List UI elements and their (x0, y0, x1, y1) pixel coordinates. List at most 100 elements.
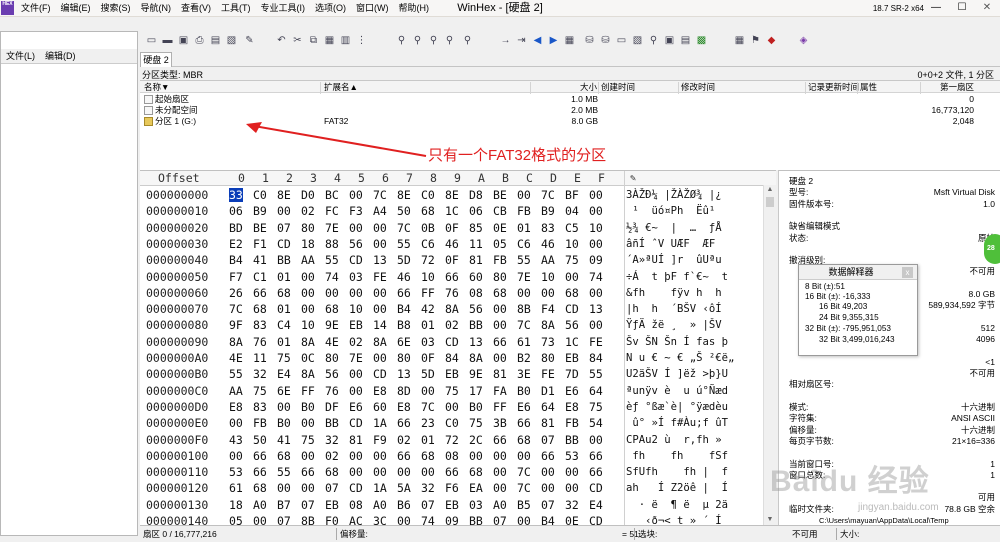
hex-byte[interactable]: 7C (373, 188, 387, 202)
hex-byte[interactable]: 56 (565, 318, 579, 332)
forward-arrow-icon[interactable]: ▶ (546, 33, 561, 48)
hex-byte[interactable]: 8D (397, 384, 411, 398)
hex-byte[interactable]: 04 (565, 204, 579, 218)
column-separator[interactable] (530, 82, 531, 94)
hex-byte[interactable]: 7E (325, 221, 339, 235)
hex-byte[interactable]: 02 (301, 204, 315, 218)
hex-byte[interactable]: A0 (253, 498, 267, 512)
hex-byte[interactable]: 1A (373, 416, 387, 430)
hex-byte[interactable]: 32 (421, 481, 435, 495)
hex-byte[interactable]: FB (493, 253, 507, 267)
hex-byte[interactable]: 66 (493, 335, 507, 349)
hex-byte[interactable]: 8A (445, 302, 459, 316)
hex-byte[interactable]: 0F (445, 253, 459, 267)
list-item[interactable]: 分区 1 (G:) FAT32 8.0 GB 2,048 (140, 116, 1000, 127)
hex-row[interactable]: 000000110 53 66 55 66 68 00 00 00 00 66 68 00 7C 00 00 6… (140, 464, 776, 480)
copy-icon[interactable]: ⧉ (306, 33, 321, 48)
hex-ascii[interactable]: · ë ¶ ë µ 2ä (626, 498, 766, 512)
hex-byte[interactable]: B4 (229, 253, 243, 267)
hex-byte[interactable]: 41 (253, 253, 267, 267)
hex-byte[interactable]: 50 (397, 204, 411, 218)
hex-row[interactable]: 000000070 7C 68 01 00 68 10 00 B4 42 8A 56 00 8B F4 CD 1… (140, 301, 776, 317)
hex-byte[interactable]: BE (493, 188, 507, 202)
hex-byte[interactable]: B0 (517, 384, 531, 398)
hex-byte[interactable]: BE (253, 221, 267, 235)
hex-row[interactable]: 000000120 61 68 00 00 07 CD 1A 5A 32 F6 EA 00 7C 00 00 C… (140, 480, 776, 496)
hex-byte[interactable]: 00 (445, 400, 459, 414)
menu-view[interactable]: 查看(V) (176, 2, 216, 15)
hex-byte[interactable]: 05 (493, 237, 507, 251)
hex-byte[interactable]: 68 (421, 449, 435, 463)
hex-byte[interactable]: 01 (421, 318, 435, 332)
hex-byte[interactable]: 80 (397, 351, 411, 365)
floating-badge[interactable]: 28 (984, 234, 1000, 264)
hex-ascii[interactable]: Šv ŠN Šn Í fas þ (626, 335, 766, 349)
hex-byte[interactable]: 68 (421, 204, 435, 218)
hex-byte[interactable]: 5D (421, 367, 435, 381)
hex-byte[interactable]: 81 (541, 416, 555, 430)
hex-byte[interactable]: B8 (397, 318, 411, 332)
hex-byte[interactable]: B7 (277, 498, 291, 512)
open-disk-icon[interactable]: ▧ (224, 33, 239, 48)
hex-byte[interactable]: 02 (349, 335, 363, 349)
hex-byte[interactable]: 4E (325, 335, 339, 349)
hex-byte[interactable]: 03 (349, 270, 363, 284)
col-modified[interactable]: 修改时间 (681, 82, 715, 92)
hex-byte[interactable]: 08 (349, 498, 363, 512)
hex-byte[interactable]: EB (325, 498, 339, 512)
hex-byte[interactable]: 00 (229, 449, 243, 463)
hex-byte[interactable]: 00 (589, 188, 603, 202)
hex-byte[interactable]: 13 (397, 367, 411, 381)
hex-row[interactable]: 000000090 8A 76 01 8A 4E 02 8A 6E 03 CD 13 66 61 73 1C F… (140, 334, 776, 350)
column-separator[interactable] (320, 82, 321, 94)
hex-byte[interactable]: CD (349, 253, 363, 267)
hex-byte[interactable]: 56 (325, 367, 339, 381)
hex-byte[interactable]: 00 (229, 416, 243, 430)
hex-byte[interactable]: 00 (493, 351, 507, 365)
hex-editor[interactable]: Offset 0 1 2 3 4 5 6 7 8 9 A B C D E F ✎ 000000000 33 C0 8E… (140, 170, 776, 528)
hex-byte[interactable]: C0 (445, 416, 459, 430)
hex-byte[interactable]: 06 (229, 204, 243, 218)
hex-byte[interactable]: 64 (541, 400, 555, 414)
hex-byte[interactable]: 7E (349, 351, 363, 365)
hex-byte[interactable]: CD (445, 335, 459, 349)
hex-byte[interactable]: 0E (493, 221, 507, 235)
hex-byte[interactable]: E4 (277, 367, 291, 381)
hex-byte[interactable]: BF (565, 188, 579, 202)
find-text-icon[interactable]: ⚲ (394, 33, 409, 48)
hex-byte[interactable]: 00 (589, 433, 603, 447)
disk-icon[interactable]: ⛁ (582, 33, 597, 48)
hex-byte[interactable]: AA (541, 253, 555, 267)
hex-ascii[interactable]: èƒ °ßæ`è| °ÿædèu (626, 400, 766, 414)
hex-byte[interactable]: 00 (565, 270, 579, 284)
scroll-thumb[interactable] (766, 197, 774, 207)
hex-byte[interactable]: 3E (517, 367, 531, 381)
hex-byte[interactable]: 00 (589, 318, 603, 332)
hex-byte[interactable]: 41 (277, 433, 291, 447)
hex-byte[interactable]: 32 (325, 433, 339, 447)
col-extension[interactable]: 扩展名▲ (324, 82, 358, 92)
hex-byte[interactable]: 55 (229, 367, 243, 381)
hex-byte[interactable]: 68 (517, 433, 531, 447)
hex-byte[interactable]: EB (445, 367, 459, 381)
hex-byte[interactable]: CD (373, 367, 387, 381)
list-item[interactable]: 起始扇区 1.0 MB 0 (140, 94, 1000, 105)
hex-byte[interactable]: 7C (517, 465, 531, 479)
hex-byte[interactable]: 68 (325, 302, 339, 316)
hex-row[interactable]: 0000000C0 AA 75 6E FF 76 00 E8 8D 00 75 17 FA B0 D1 E6 6… (140, 383, 776, 399)
grid-icon[interactable]: ▦ (562, 33, 577, 48)
hex-byte[interactable]: 68 (469, 465, 483, 479)
hex-byte[interactable]: 10 (589, 221, 603, 235)
maximize-button[interactable]: ☐ (950, 0, 974, 16)
hex-byte[interactable]: EB (445, 498, 459, 512)
hex-ascii[interactable]: fh fh fSf (626, 449, 766, 463)
hex-byte[interactable]: 46 (445, 237, 459, 251)
hex-byte[interactable]: E8 (565, 400, 579, 414)
hex-byte[interactable]: 61 (229, 481, 243, 495)
hex-byte[interactable]: 32 (565, 498, 579, 512)
hex-byte[interactable]: 00 (565, 465, 579, 479)
hex-byte[interactable]: 54 (589, 416, 603, 430)
hex-byte[interactable]: 83 (541, 221, 555, 235)
hex-byte[interactable]: 68 (565, 286, 579, 300)
hex-byte[interactable]: 26 (229, 286, 243, 300)
